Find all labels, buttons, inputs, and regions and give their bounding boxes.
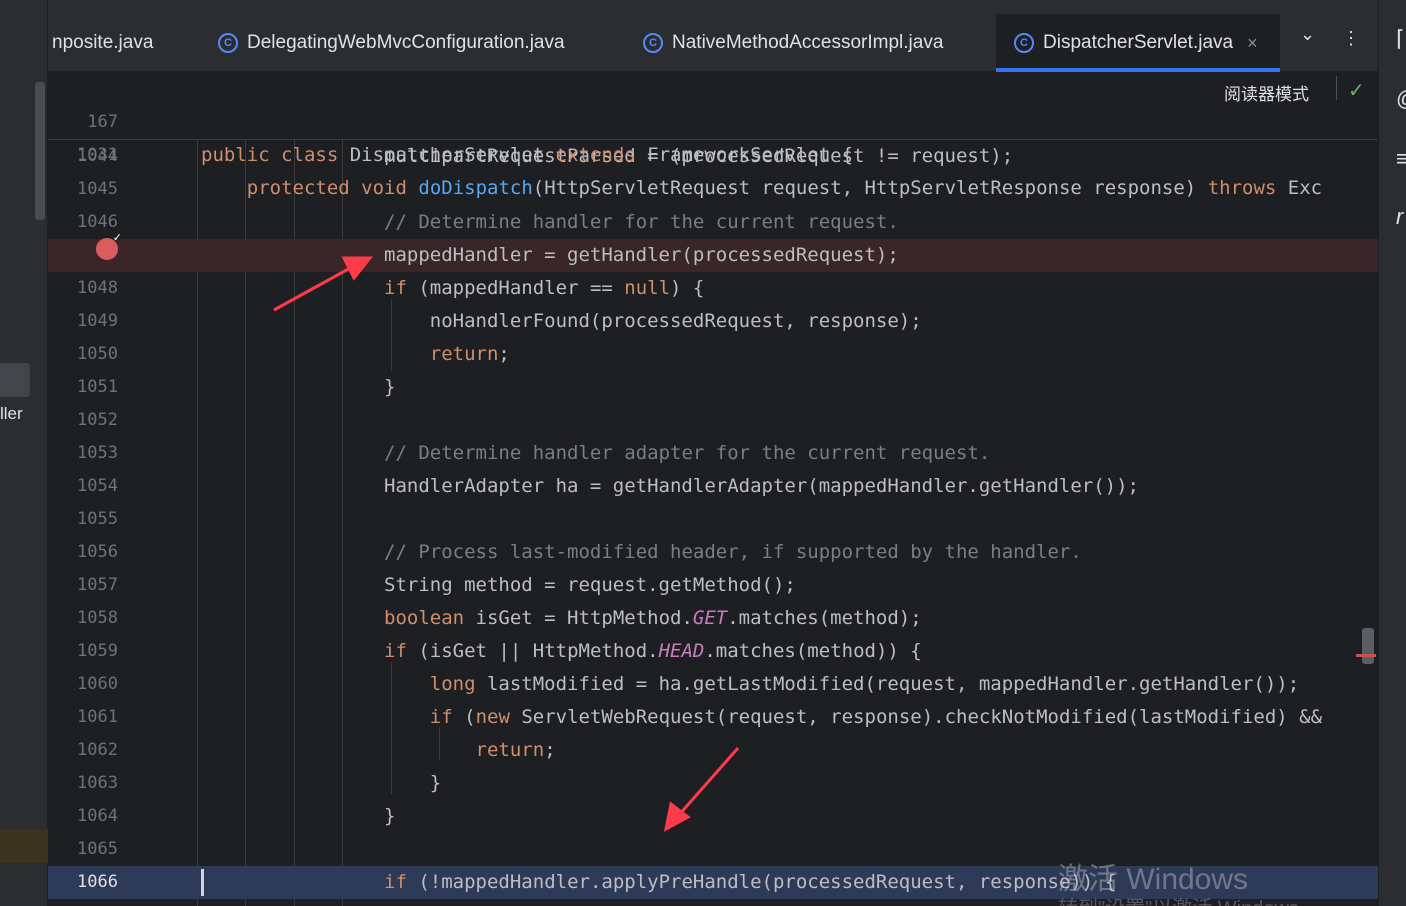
notifications-icon[interactable]: ⌈ — [1396, 26, 1405, 52]
close-icon[interactable]: × — [1247, 33, 1258, 54]
line-number: 1059 — [77, 641, 118, 661]
code-text: return; — [429, 343, 510, 365]
line-number: 1058 — [77, 608, 118, 628]
code-text: if (isGet || HttpMethod.HEAD.matches(met… — [384, 640, 922, 662]
project-tree-item-label[interactable]: ller — [0, 404, 23, 424]
code-text: HandlerAdapter ha = getHandlerAdapter(ma… — [201, 475, 1139, 497]
line-number: 1050 — [77, 344, 118, 364]
code-text: public class DispatcherServlet extends F… — [201, 144, 854, 166]
line-number: 1055 — [77, 509, 118, 529]
project-panel-scrollbar[interactable] — [35, 82, 45, 220]
sticky-line[interactable]: 167 public class DispatcherServlet exten… — [48, 73, 1378, 166]
code-text: long lastModified = ha.getLastModified(r… — [429, 673, 1300, 695]
code-line[interactable]: 1064 } — [48, 800, 1378, 833]
line-number: 1053 — [77, 443, 118, 463]
line-number: 1031 — [77, 145, 118, 165]
line-number: 1064 — [77, 806, 118, 826]
chevron-down-icon[interactable]: ⌄ — [1300, 24, 1315, 45]
project-panel: ller — [0, 0, 48, 906]
separator — [1336, 76, 1337, 100]
tab-dispatcher-servlet[interactable]: C DispatcherServlet.java × — [996, 14, 1280, 72]
editor-scrollbar-thumb[interactable] — [1362, 628, 1374, 664]
tab-label: NativeMethodAccessorImpl.java — [672, 32, 944, 53]
class-icon: C — [218, 33, 238, 53]
line-number: 1052 — [77, 410, 118, 430]
code-line[interactable]: 1050 return; — [48, 338, 1378, 371]
code-line[interactable]: 1062 return; — [48, 734, 1378, 767]
line-number: 1054 — [77, 476, 118, 496]
code-line[interactable]: 1051 } — [48, 371, 1378, 404]
code-line[interactable]: 1057 String method = request.getMethod()… — [48, 569, 1378, 602]
code-line[interactable]: 1054 HandlerAdapter ha = getHandlerAdapt… — [48, 470, 1378, 503]
right-tool-strip — [1378, 0, 1406, 906]
code-text: if (new ServletWebRequest(request, respo… — [429, 706, 1323, 728]
code-text: } — [201, 376, 396, 398]
code-text: if (!mappedHandler.applyPreHandle(proces… — [384, 871, 1117, 893]
tab-label: DelegatingWebMvcConfiguration.java — [247, 32, 565, 53]
line-number: 1061 — [77, 707, 118, 727]
code-line[interactable]: 1061 if (new ServletWebRequest(request, … — [48, 701, 1378, 734]
code-text: mappedHandler = getHandler(processedRequ… — [201, 244, 899, 266]
line-number: 1048 — [77, 278, 118, 298]
editor-tab-bar: nposite.java C DelegatingWebMvcConfigura… — [48, 0, 1378, 72]
line-number: 1049 — [77, 311, 118, 331]
reader-mode-button[interactable]: 阅读器模式 — [1224, 80, 1309, 105]
ai-assistant-icon[interactable]: @ — [1396, 86, 1406, 112]
class-icon: C — [1014, 33, 1034, 53]
code-text: // Determine handler adapter for the cur… — [384, 442, 991, 464]
code-line[interactable]: 1049 noHandlerFound(processedRequest, re… — [48, 305, 1378, 338]
sticky-scope-header[interactable]: 167 public class DispatcherServlet exten… — [48, 72, 1378, 199]
maven-icon[interactable]: r — [1396, 204, 1403, 230]
code-text: return; — [475, 739, 556, 761]
code-line[interactable]: 1063 } — [48, 767, 1378, 800]
code-line[interactable]: 1055 — [48, 503, 1378, 536]
more-vertical-icon[interactable]: ⋮ — [1342, 28, 1360, 49]
code-text: } — [201, 805, 396, 827]
code-line[interactable]: 1046 // Determine handler for the curren… — [48, 206, 1378, 239]
line-number: 1066 — [77, 872, 118, 892]
windows-activation-hint: 转到"设置"以激活 Windows — [1058, 892, 1299, 906]
tab-composite[interactable]: nposite.java — [52, 14, 153, 72]
code-text: // Process last-modified header, if supp… — [384, 541, 1082, 563]
code-text: boolean isGet = HttpMethod.GET.matches(m… — [384, 607, 922, 629]
inspection-ok-icon[interactable]: ✓ — [1348, 78, 1365, 103]
code-line[interactable]: 1058 boolean isGet = HttpMethod.GET.matc… — [48, 602, 1378, 635]
sticky-line[interactable]: 1031 protected void doDispatch(HttpServl… — [48, 106, 1378, 199]
code-line[interactable]: 1048 if (mappedHandler == null) { — [48, 272, 1378, 305]
code-line[interactable]: 1059 if (isGet || HttpMethod.HEAD.matche… — [48, 635, 1378, 668]
code-editor[interactable]: 167 public class DispatcherServlet exten… — [48, 72, 1378, 906]
code-text: // Determine handler for the current req… — [384, 211, 899, 233]
database-icon[interactable]: ≡ — [1396, 146, 1406, 172]
tab-delegating-web-mvc-configuration[interactable]: C DelegatingWebMvcConfiguration.java — [218, 14, 565, 72]
tab-native-method-accessor-impl[interactable]: C NativeMethodAccessorImpl.java — [643, 14, 943, 72]
project-tree-selected-item[interactable] — [0, 363, 30, 397]
code-text: } — [201, 772, 442, 794]
class-icon: C — [643, 33, 663, 53]
tab-label: nposite.java — [52, 32, 154, 53]
error-stripe-marker[interactable] — [1356, 654, 1376, 657]
line-number: 1063 — [77, 773, 118, 793]
code-text: noHandlerFound(processedRequest, respons… — [201, 310, 922, 332]
code-text: if (mappedHandler == null) { — [384, 277, 705, 299]
code-text: String method = request.getMethod(); — [201, 574, 796, 596]
line-number: 1056 — [77, 542, 118, 562]
line-number: 1065 — [77, 839, 118, 859]
text-caret — [201, 869, 204, 896]
code-line[interactable]: 1056 // Process last-modified header, if… — [48, 536, 1378, 569]
code-line[interactable]: 1060 long lastModified = ha.getLastModif… — [48, 668, 1378, 701]
code-text: protected void doDispatch(HttpServletReq… — [246, 177, 1323, 199]
breakpoint-icon[interactable] — [96, 231, 122, 260]
line-number: 1051 — [77, 377, 118, 397]
code-line[interactable]: 1053 // Determine handler adapter for th… — [48, 437, 1378, 470]
line-number: 1062 — [77, 740, 118, 760]
code-line[interactable]: mappedHandler = getHandler(processedRequ… — [48, 239, 1378, 272]
code-line[interactable]: 1052 — [48, 404, 1378, 437]
line-number: 1057 — [77, 575, 118, 595]
project-tree-highlight — [0, 829, 48, 863]
tab-label: DispatcherServlet.java — [1043, 32, 1234, 53]
line-number: 1060 — [77, 674, 118, 694]
